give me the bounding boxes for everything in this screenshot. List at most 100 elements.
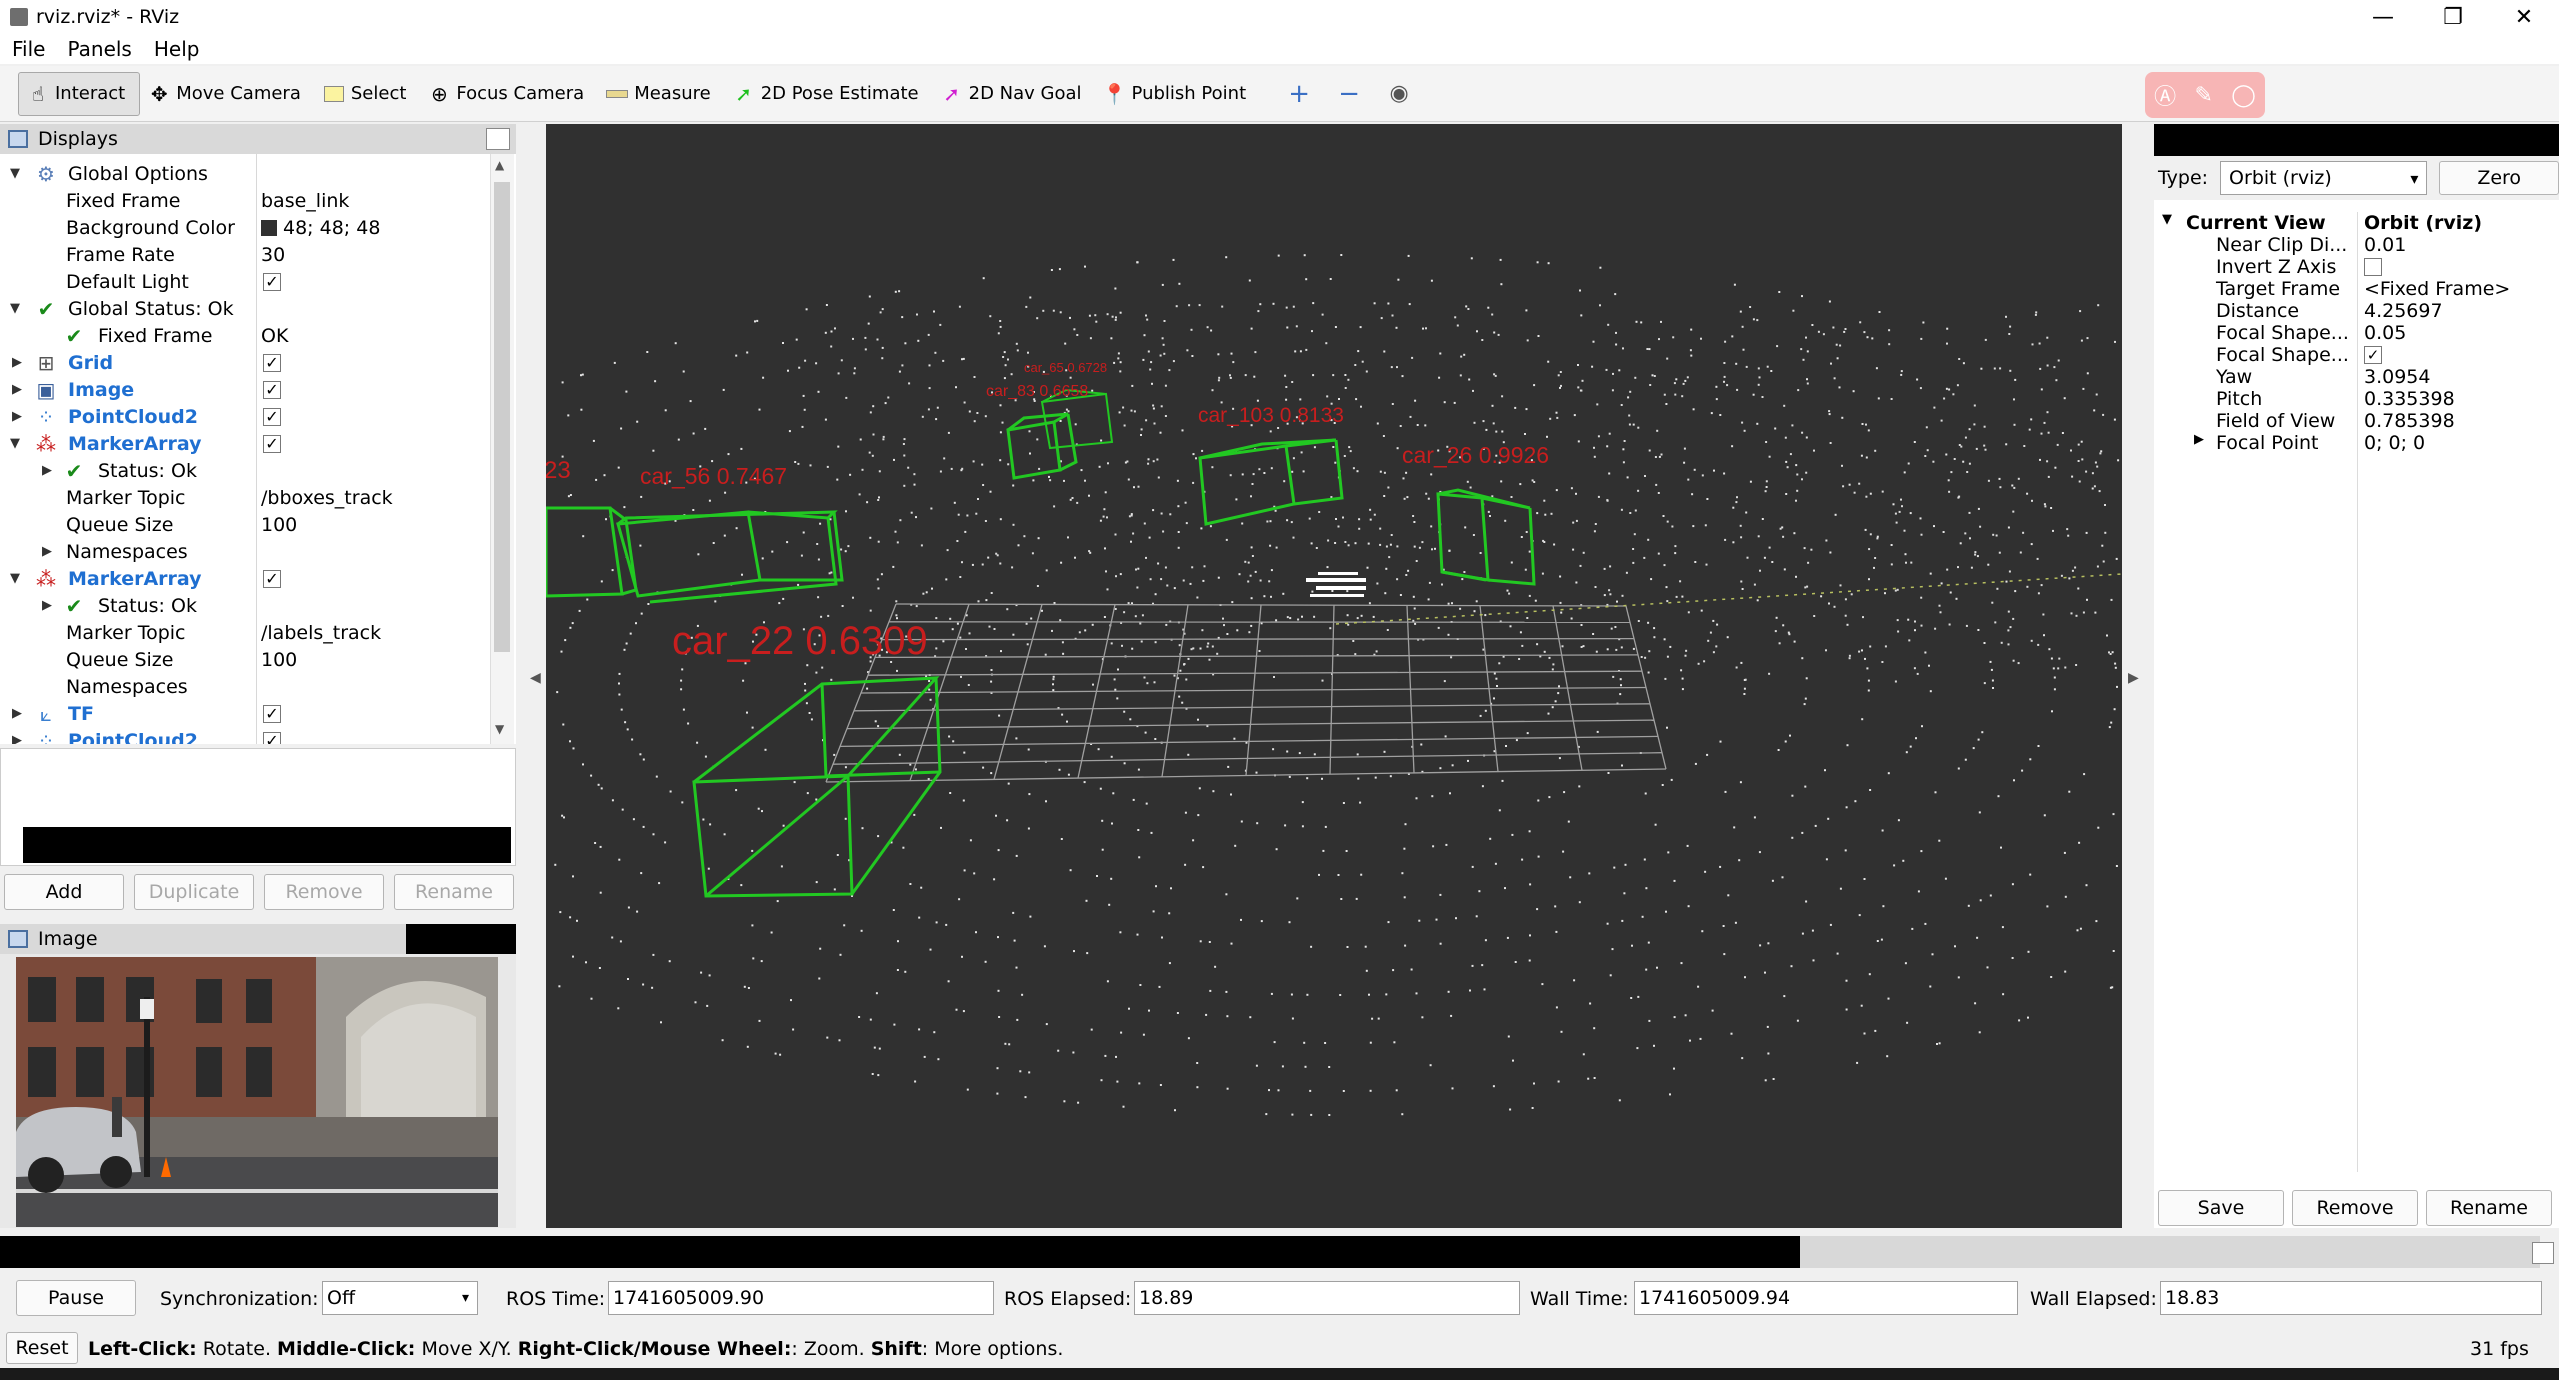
magic-wand-icon[interactable]: ✎ [2194, 83, 2212, 108]
view-prop-row[interactable]: Focal Shape... 0.05 [2154, 322, 2559, 344]
pose-estimate-button[interactable]: ➚ 2D Pose Estimate [725, 72, 933, 116]
menu-file[interactable]: File [12, 37, 45, 61]
wall-time-field[interactable]: 1741605009.94 [1634, 1281, 2018, 1315]
render-viewport[interactable]: 23 car_56 0.7467 car_65 0.6728 car_83 0.… [546, 124, 2122, 1228]
view-prop-row[interactable]: Distance 4.25697 [2154, 300, 2559, 322]
nav-goal-button[interactable]: ➚ 2D Nav Goal [933, 72, 1096, 116]
wall-elapsed-field[interactable]: 18.83 [2160, 1281, 2542, 1315]
tree-row-markerarray-1[interactable]: ▼ ⁂ MarkerArray ✓ [0, 430, 490, 457]
expand-arrow-icon[interactable]: ▼ [10, 301, 20, 316]
pause-button[interactable]: Pause [16, 1280, 136, 1316]
tree-row-global-options[interactable]: ▼ ⚙ Global Options [0, 160, 490, 187]
tree-row-pointcloud2-b[interactable]: ▶ ⁘ PointCloud2 ✓ [0, 727, 490, 744]
zero-button[interactable]: Zero [2439, 161, 2559, 195]
scroll-thumb[interactable] [494, 182, 510, 652]
rename-view-button[interactable]: Rename [2426, 1190, 2552, 1226]
collapse-arrow-icon[interactable]: ▶ [42, 544, 52, 559]
invert-z-checkbox[interactable] [2364, 258, 2382, 276]
tree-row-marker-topic-2[interactable]: Marker Topic /labels_track [0, 619, 490, 646]
add-tool-icon[interactable]: + [1274, 72, 1324, 116]
collapse-arrow-icon[interactable]: ▶ [42, 598, 52, 613]
ros-time-field[interactable]: 1741605009.90 [608, 1281, 994, 1315]
close-icon[interactable]: ✕ [2489, 0, 2559, 34]
collapse-arrow-icon[interactable]: ▶ [12, 382, 22, 397]
tree-row-status-ok-2[interactable]: ▶ ✔ Status: Ok [0, 592, 490, 619]
tree-row-pointcloud2[interactable]: ▶ ⁘ PointCloud2 ✓ [0, 403, 490, 430]
grid-checkbox[interactable]: ✓ [263, 353, 281, 372]
time-panel-float-button[interactable] [2532, 1242, 2554, 1264]
view-prop-row[interactable]: Focal Shape... ✓ [2154, 344, 2559, 366]
tree-row-status-ok-1[interactable]: ▶ ✔ Status: Ok [0, 457, 490, 484]
rename-button[interactable]: Rename [394, 874, 514, 910]
undock-button[interactable] [486, 128, 510, 150]
view-prop-row[interactable]: Field of View 0.785398 [2154, 410, 2559, 432]
pointcloud2b-checkbox[interactable]: ✓ [263, 731, 281, 744]
ros-elapsed-field[interactable]: 18.89 [1134, 1281, 1520, 1315]
tree-row-namespaces-2[interactable]: Namespaces [0, 673, 490, 700]
markerarray2-checkbox[interactable]: ✓ [263, 569, 281, 588]
expand-arrow-icon[interactable]: ▼ [2162, 212, 2172, 227]
expand-arrow-icon[interactable]: ▼ [10, 166, 20, 181]
collapse-right-icon[interactable]: ▶ [2128, 670, 2139, 686]
tree-row-frame-rate[interactable]: Frame Rate 30 [0, 241, 490, 268]
interact-tool-button[interactable]: ☝ Interact [18, 71, 141, 116]
tree-row-tf[interactable]: ▶ ⟀ TF ✓ [0, 700, 490, 727]
menu-panels[interactable]: Panels [67, 37, 131, 61]
collapse-arrow-icon[interactable]: ▶ [12, 409, 22, 424]
select-tool-button[interactable]: Select [315, 72, 421, 116]
tree-row-background-color[interactable]: Background Color 48; 48; 48 [0, 214, 490, 241]
remove-tool-icon[interactable]: − [1324, 72, 1374, 116]
view-prop-row[interactable]: ▶ Focal Point 0; 0; 0 [2154, 432, 2559, 454]
tree-row-global-status[interactable]: ▼ ✔ Global Status: Ok [0, 295, 490, 322]
maximize-icon[interactable]: ❐ [2418, 0, 2488, 34]
scroll-down-icon[interactable]: ▼ [495, 722, 504, 736]
collapse-arrow-icon[interactable]: ▶ [12, 733, 22, 744]
image-checkbox[interactable]: ✓ [263, 380, 281, 399]
default-light-checkbox[interactable]: ✓ [263, 272, 281, 291]
remove-button[interactable]: Remove [264, 874, 384, 910]
tree-row-marker-topic-1[interactable]: Marker Topic /bboxes_track [0, 484, 490, 511]
markerarray1-checkbox[interactable]: ✓ [263, 434, 281, 453]
tree-row-default-light[interactable]: Default Light ✓ [0, 268, 490, 295]
scroll-up-icon[interactable]: ▲ [495, 158, 504, 172]
search-icon[interactable]: ◯ [2231, 83, 2256, 108]
view-prop-row[interactable]: Pitch 0.335398 [2154, 388, 2559, 410]
view-prop-row[interactable]: Yaw 3.0954 [2154, 366, 2559, 388]
view-prop-row[interactable]: Near Clip Di... 0.01 [2154, 234, 2559, 256]
view-prop-row[interactable]: Invert Z Axis [2154, 256, 2559, 278]
expand-arrow-icon[interactable]: ▼ [10, 436, 20, 451]
collapse-arrow-icon[interactable]: ▶ [12, 706, 22, 721]
camera-type-icon[interactable]: ◉ [1374, 72, 1424, 116]
move-camera-button[interactable]: ✥ Move Camera [140, 72, 315, 116]
tree-row-markerarray-2[interactable]: ▼ ⁂ MarkerArray ✓ [0, 565, 490, 592]
tree-row-namespaces-1[interactable]: ▶ Namespaces [0, 538, 490, 565]
tf-checkbox[interactable]: ✓ [263, 704, 281, 723]
focus-camera-button[interactable]: ⊕ Focus Camera [420, 72, 598, 116]
displays-scrollbar[interactable]: ▲ ▼ [490, 154, 514, 744]
ai-icon[interactable]: Ⓐ [2154, 79, 2176, 111]
tree-row-fixed-frame[interactable]: Fixed Frame base_link [0, 187, 490, 214]
view-prop-row[interactable]: Target Frame <Fixed Frame> [2154, 278, 2559, 300]
current-view-row[interactable]: ▼ Current View Orbit (rviz) [2154, 212, 2559, 234]
focal-shape-checkbox[interactable]: ✓ [2364, 346, 2382, 364]
collapse-arrow-icon[interactable]: ▶ [2194, 432, 2204, 447]
collapse-left-icon[interactable]: ◀ [530, 670, 541, 686]
menu-help[interactable]: Help [154, 37, 200, 61]
remove-view-button[interactable]: Remove [2292, 1190, 2418, 1226]
add-button[interactable]: Add [4, 874, 124, 910]
view-type-select[interactable]: Orbit (rviz) [2220, 161, 2428, 195]
expand-arrow-icon[interactable]: ▼ [10, 571, 20, 586]
collapse-arrow-icon[interactable]: ▶ [12, 355, 22, 370]
pointcloud2-checkbox[interactable]: ✓ [263, 407, 281, 426]
publish-point-button[interactable]: 📍 Publish Point [1096, 72, 1261, 116]
tree-row-grid[interactable]: ▶ ⊞ Grid ✓ [0, 349, 490, 376]
reset-button[interactable]: Reset [6, 1332, 78, 1364]
tree-row-image[interactable]: ▶ ▣ Image ✓ [0, 376, 490, 403]
tree-row-fixed-frame-status[interactable]: ✔ Fixed Frame OK [0, 322, 490, 349]
save-view-button[interactable]: Save [2158, 1190, 2284, 1226]
measure-tool-button[interactable]: Measure [598, 72, 725, 116]
duplicate-button[interactable]: Duplicate [134, 874, 254, 910]
tree-row-queue-size-2[interactable]: Queue Size 100 [0, 646, 490, 673]
tree-row-queue-size-1[interactable]: Queue Size 100 [0, 511, 490, 538]
collapse-arrow-icon[interactable]: ▶ [42, 463, 52, 478]
